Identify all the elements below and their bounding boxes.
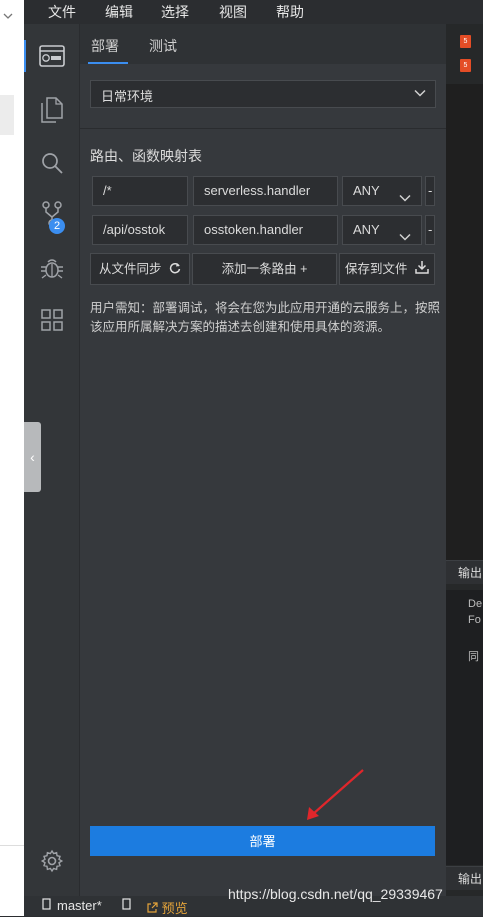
route-path-input[interactable]: /api/osstok [92, 215, 188, 245]
tab-active-indicator [88, 62, 128, 64]
route-handler-input[interactable]: serverless.handler [193, 176, 338, 206]
sync-label: 从文件同步 [99, 262, 162, 276]
menubar: 文件 编辑 选择 视图 帮助 [24, 0, 483, 24]
file-tab[interactable]: 5 [446, 32, 483, 54]
source-control-badge: 2 [49, 218, 65, 234]
output-line: 同 [468, 651, 479, 663]
section-divider [80, 128, 446, 129]
tab-deploy[interactable]: 部署 [91, 36, 119, 56]
debug-icon[interactable] [24, 248, 79, 288]
search-icon[interactable] [24, 143, 79, 183]
sync-from-file-button[interactable]: 从文件同步 [90, 253, 190, 285]
watermark: https://blog.csdn.net/qq_29339467 [228, 886, 443, 902]
preview-button[interactable]: 预览 [147, 898, 188, 917]
chevron-down-icon [399, 186, 411, 202]
chevron-down-icon [2, 10, 16, 24]
file-tab[interactable]: 5 [446, 56, 483, 78]
environment-select[interactable]: 日常环境 [90, 80, 436, 108]
save-label: 保存到文件 [345, 262, 408, 276]
panel-tabs: 部署 测试 [80, 24, 446, 64]
preview-label: 预览 [161, 901, 188, 916]
output-panel-header-2[interactable]: 输出 [446, 866, 483, 890]
editor-content [446, 84, 483, 564]
gear-icon[interactable] [24, 841, 79, 881]
route-method-value: ANY [353, 183, 380, 198]
user-notice: 用户需知：部署调试，将会在您为此应用开通的云服务上，按照该应用所属解决方案的描述… [90, 301, 441, 334]
output-line: Fo [468, 614, 481, 626]
add-route-button[interactable]: 添加一条路由 + [192, 253, 337, 285]
activity-bar: 2 ‹ [24, 24, 80, 896]
branch-name[interactable]: master* [57, 898, 102, 913]
deploy-button[interactable]: 部署 [90, 826, 435, 856]
sync-status-icon[interactable] [122, 898, 131, 913]
editor-area: 5 5 输出 De Fo 同 输出 [446, 24, 483, 896]
branch-icon [42, 898, 51, 913]
strip-block [0, 95, 14, 135]
menu-view[interactable]: 视图 [219, 2, 247, 22]
deploy-panel: 部署 测试 日常环境 路由、函数映射表 /* serverless.handle… [80, 24, 446, 896]
tab-test[interactable]: 测试 [149, 36, 177, 56]
route-method-select[interactable]: ANY [342, 176, 422, 206]
menu-edit[interactable]: 编辑 [105, 2, 133, 22]
route-path-input[interactable]: /* [92, 176, 188, 206]
serverless-icon[interactable] [24, 36, 79, 76]
html5-icon: 5 [460, 35, 471, 48]
chevron-down-icon [399, 225, 411, 241]
external-link-icon [147, 901, 158, 916]
save-to-file-button[interactable]: 保存到文件 [339, 253, 435, 285]
left-strip [0, 0, 24, 916]
menu-select[interactable]: 选择 [161, 2, 189, 22]
files-icon[interactable] [24, 90, 79, 130]
route-method-value: ANY [353, 222, 380, 237]
route-remove-button[interactable]: - [425, 176, 435, 206]
route-table-title: 路由、函数映射表 [90, 148, 202, 164]
output-panel-body: De Fo 同 [446, 590, 483, 865]
menu-file[interactable]: 文件 [48, 2, 76, 22]
environment-value: 日常环境 [101, 89, 154, 104]
route-handler-input[interactable]: osstoken.handler [193, 215, 338, 245]
strip-divider [0, 845, 24, 846]
collapse-handle[interactable]: ‹ [24, 422, 41, 492]
refresh-icon [169, 255, 181, 285]
html5-icon: 5 [460, 59, 471, 72]
route-method-select[interactable]: ANY [342, 215, 422, 245]
output-line: De [468, 598, 483, 610]
annotation-arrow [307, 769, 364, 820]
output-panel-header[interactable]: 输出 [446, 560, 483, 584]
route-remove-button[interactable]: - [425, 215, 435, 245]
menu-help[interactable]: 帮助 [276, 2, 304, 22]
chevron-down-icon [414, 87, 426, 99]
extensions-icon[interactable] [24, 300, 79, 340]
download-icon [415, 255, 429, 285]
